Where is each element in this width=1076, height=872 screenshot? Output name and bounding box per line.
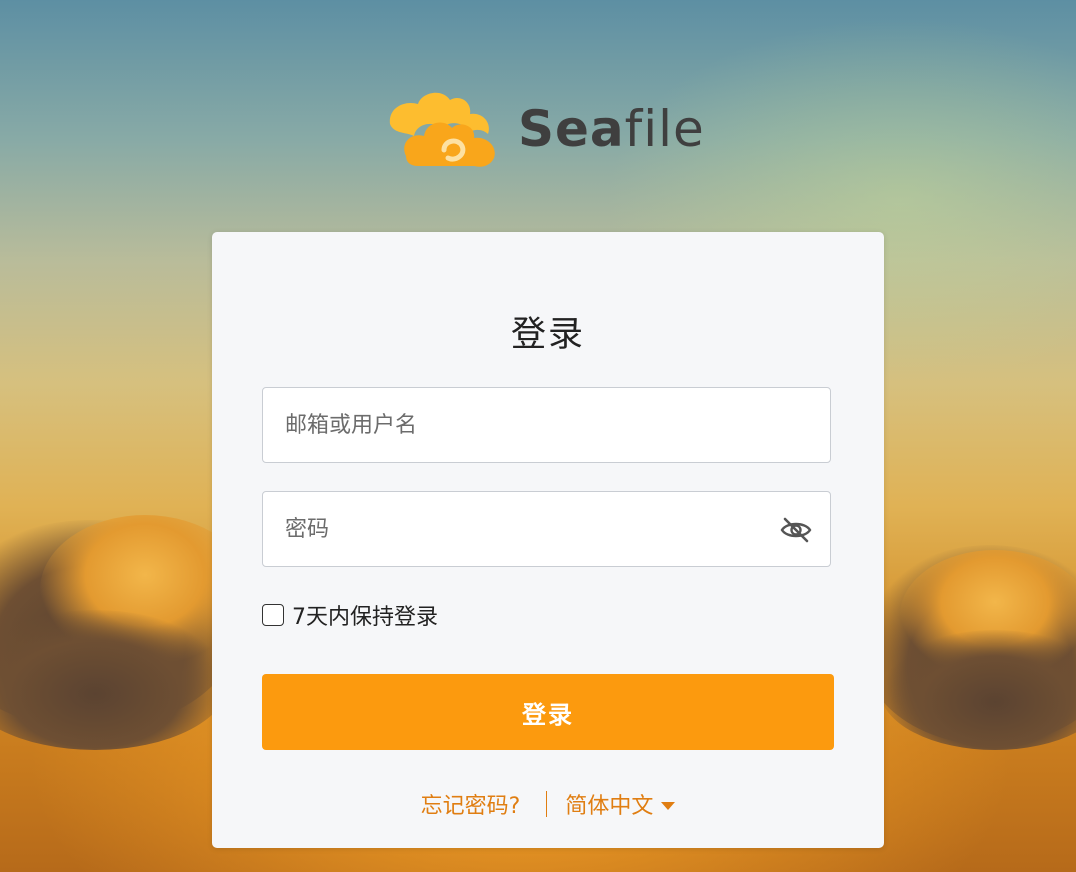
login-card: 登录 7天内保持登录 登录 忘记密码? 简体中文 [212, 232, 884, 848]
language-selector[interactable]: 简体中文 [565, 788, 676, 820]
eye-slash-icon[interactable] [779, 515, 813, 545]
remember-checkbox[interactable] [262, 604, 284, 626]
language-label: 简体中文 [565, 794, 654, 819]
remember-me: 7天内保持登录 [262, 600, 438, 630]
login-button[interactable]: 登录 [262, 674, 834, 750]
username-input[interactable] [263, 388, 830, 462]
caret-down-icon [661, 801, 676, 810]
password-field-wrapper [262, 491, 831, 567]
footer-divider [546, 791, 548, 817]
remember-label: 7天内保持登录 [292, 605, 438, 630]
cloud-logo-icon [389, 92, 495, 167]
password-input[interactable] [263, 492, 830, 566]
page-title: 登录 [510, 315, 585, 355]
logo-wordmark: Seafile [518, 100, 705, 158]
card-footer: 忘记密码? 简体中文 [212, 788, 884, 820]
forgot-password-link[interactable]: 忘记密码? [421, 788, 521, 820]
username-field-wrapper [262, 387, 831, 463]
seafile-logo: Seafile [386, 86, 706, 176]
